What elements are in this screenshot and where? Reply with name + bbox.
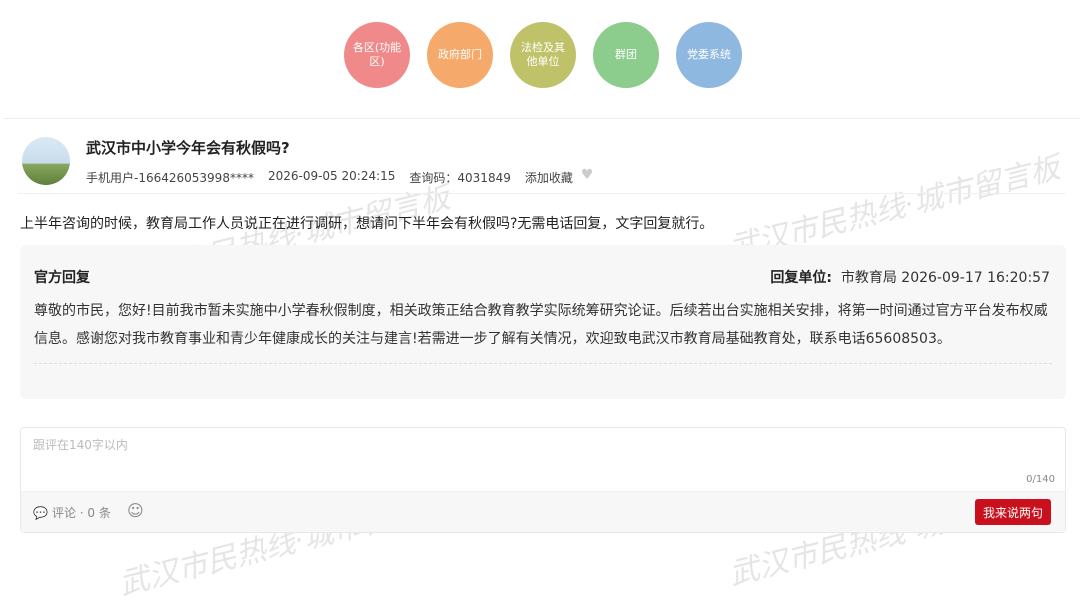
avatar bbox=[22, 137, 70, 185]
reply-label: 官方回复 bbox=[34, 270, 90, 286]
official-reply: 官方回复 回复单位: 市教育局 2026-09-17 16:20:57 尊敬的市… bbox=[20, 245, 1066, 399]
heart-icon[interactable]: ♥ bbox=[581, 168, 594, 186]
comment-input[interactable] bbox=[21, 428, 1065, 494]
post-time: 2026-09-05 20:24:15 bbox=[267, 169, 396, 183]
comment-icon: 💬 bbox=[33, 505, 48, 520]
char-counter: 0/140 bbox=[1026, 474, 1055, 485]
post-user: 手机用户-166426053998**** bbox=[86, 171, 254, 185]
category-district[interactable]: 各区(功能区) bbox=[344, 22, 410, 88]
reply-unit-label: 回复单位: bbox=[770, 270, 832, 286]
reply-text: 尊敬的市民，您好!目前我市暂未实施中小学春秋假制度，相关政策正结合教育教学实际统… bbox=[34, 303, 1048, 347]
reply-unit: 回复单位: 市教育局 2026-09-17 16:20:57 bbox=[770, 267, 1050, 287]
category-nav: 各区(功能区) 政府部门 法检及其他单位 群团 党委系统 bbox=[0, 22, 1080, 88]
comment-box: 0/140 💬 评论 · 0 条 ☺ 我来说两句 bbox=[20, 427, 1066, 533]
comment-count: 💬 评论 · 0 条 bbox=[33, 504, 111, 521]
post-query-code: 查询码：4031849 bbox=[409, 171, 511, 185]
reply-time: 2026-09-17 16:20:57 bbox=[901, 270, 1050, 286]
divider bbox=[34, 363, 1052, 364]
post-content: 上半年咨询的时候，教育局工作人员说正在进行调研，想请问下半年会有秋假吗?无需电话… bbox=[20, 216, 714, 232]
reply-unit-name: 市教育局 bbox=[840, 270, 897, 286]
category-groups[interactable]: 群团 bbox=[593, 22, 659, 88]
divider bbox=[18, 193, 1066, 194]
post-card: 武汉市民热线·城市留言板 武汉市民热线·城市留言板 武汉市民热线·城市留言板 武… bbox=[4, 118, 1080, 602]
favorite-link[interactable]: 添加收藏 bbox=[525, 169, 573, 186]
comment-toolbar: 💬 评论 · 0 条 ☺ 我来说两句 bbox=[21, 491, 1065, 532]
post-title: 武汉市中小学今年会有秋假吗? bbox=[86, 139, 290, 157]
category-government[interactable]: 政府部门 bbox=[427, 22, 493, 88]
emoji-icon[interactable]: ☺ bbox=[127, 501, 144, 520]
category-party[interactable]: 党委系统 bbox=[676, 22, 742, 88]
post-meta: 手机用户-166426053998**** 2026-09-05 20:24:1… bbox=[86, 168, 607, 186]
category-judicial[interactable]: 法检及其他单位 bbox=[510, 22, 576, 88]
comment-count-label: 评论 · 0 条 bbox=[51, 506, 111, 520]
submit-comment-button[interactable]: 我来说两句 bbox=[974, 499, 1051, 525]
